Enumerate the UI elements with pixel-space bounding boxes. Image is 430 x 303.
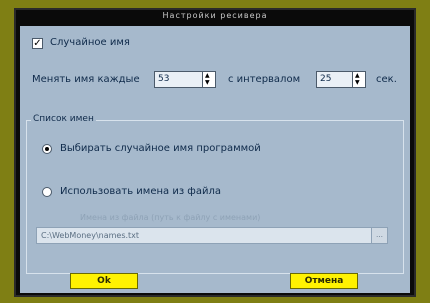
ellipsis-icon: … [376,231,383,239]
interval-spinner[interactable]: 25 ▲ ▼ [316,71,366,88]
dialog-window: Настройки ресивера ✓ Случайное имя Менят… [14,8,416,297]
ok-button[interactable]: Ok [70,273,138,289]
file-path-hint: Имена из файла (путь к файлу с именами) [80,213,261,222]
image-frame: Настройки ресивера ✓ Случайное имя Менят… [0,0,430,303]
cancel-button[interactable]: Отмена [290,273,358,289]
radio-file-names[interactable] [42,187,52,197]
title-bar: Настройки ресивера [16,10,414,24]
random-name-checkbox[interactable]: ✓ [32,38,43,49]
dialog-client-area: ✓ Случайное имя Менять имя каждые 53 ▲ ▼… [20,26,410,293]
radio-random-names-label: Выбирать случайное имя программой [60,143,261,154]
random-name-label: Случайное имя [50,37,130,48]
spin-down-icon[interactable]: ▼ [355,80,360,86]
radio-random-names[interactable] [42,144,52,154]
interval-arrows[interactable]: ▲ ▼ [352,72,365,87]
change-every-arrows[interactable]: ▲ ▼ [202,72,215,87]
radio-file-names-label: Использовать имена из файла [60,186,222,197]
interval-label: с интервалом [228,74,301,85]
seconds-label: сек. [376,74,397,85]
spin-down-icon[interactable]: ▼ [205,80,210,86]
change-every-value: 53 [158,74,170,84]
names-list-title: Список имен [31,114,96,124]
browse-button[interactable]: … [371,228,387,243]
interval-value: 25 [320,74,332,84]
file-path-value: C:\WebMoney\names.txt [41,231,140,240]
change-every-label: Менять имя каждые [32,74,140,85]
window-title: Настройки ресивера [162,11,268,20]
file-path-field[interactable]: C:\WebMoney\names.txt … [36,227,388,244]
change-every-spinner[interactable]: 53 ▲ ▼ [154,71,216,88]
